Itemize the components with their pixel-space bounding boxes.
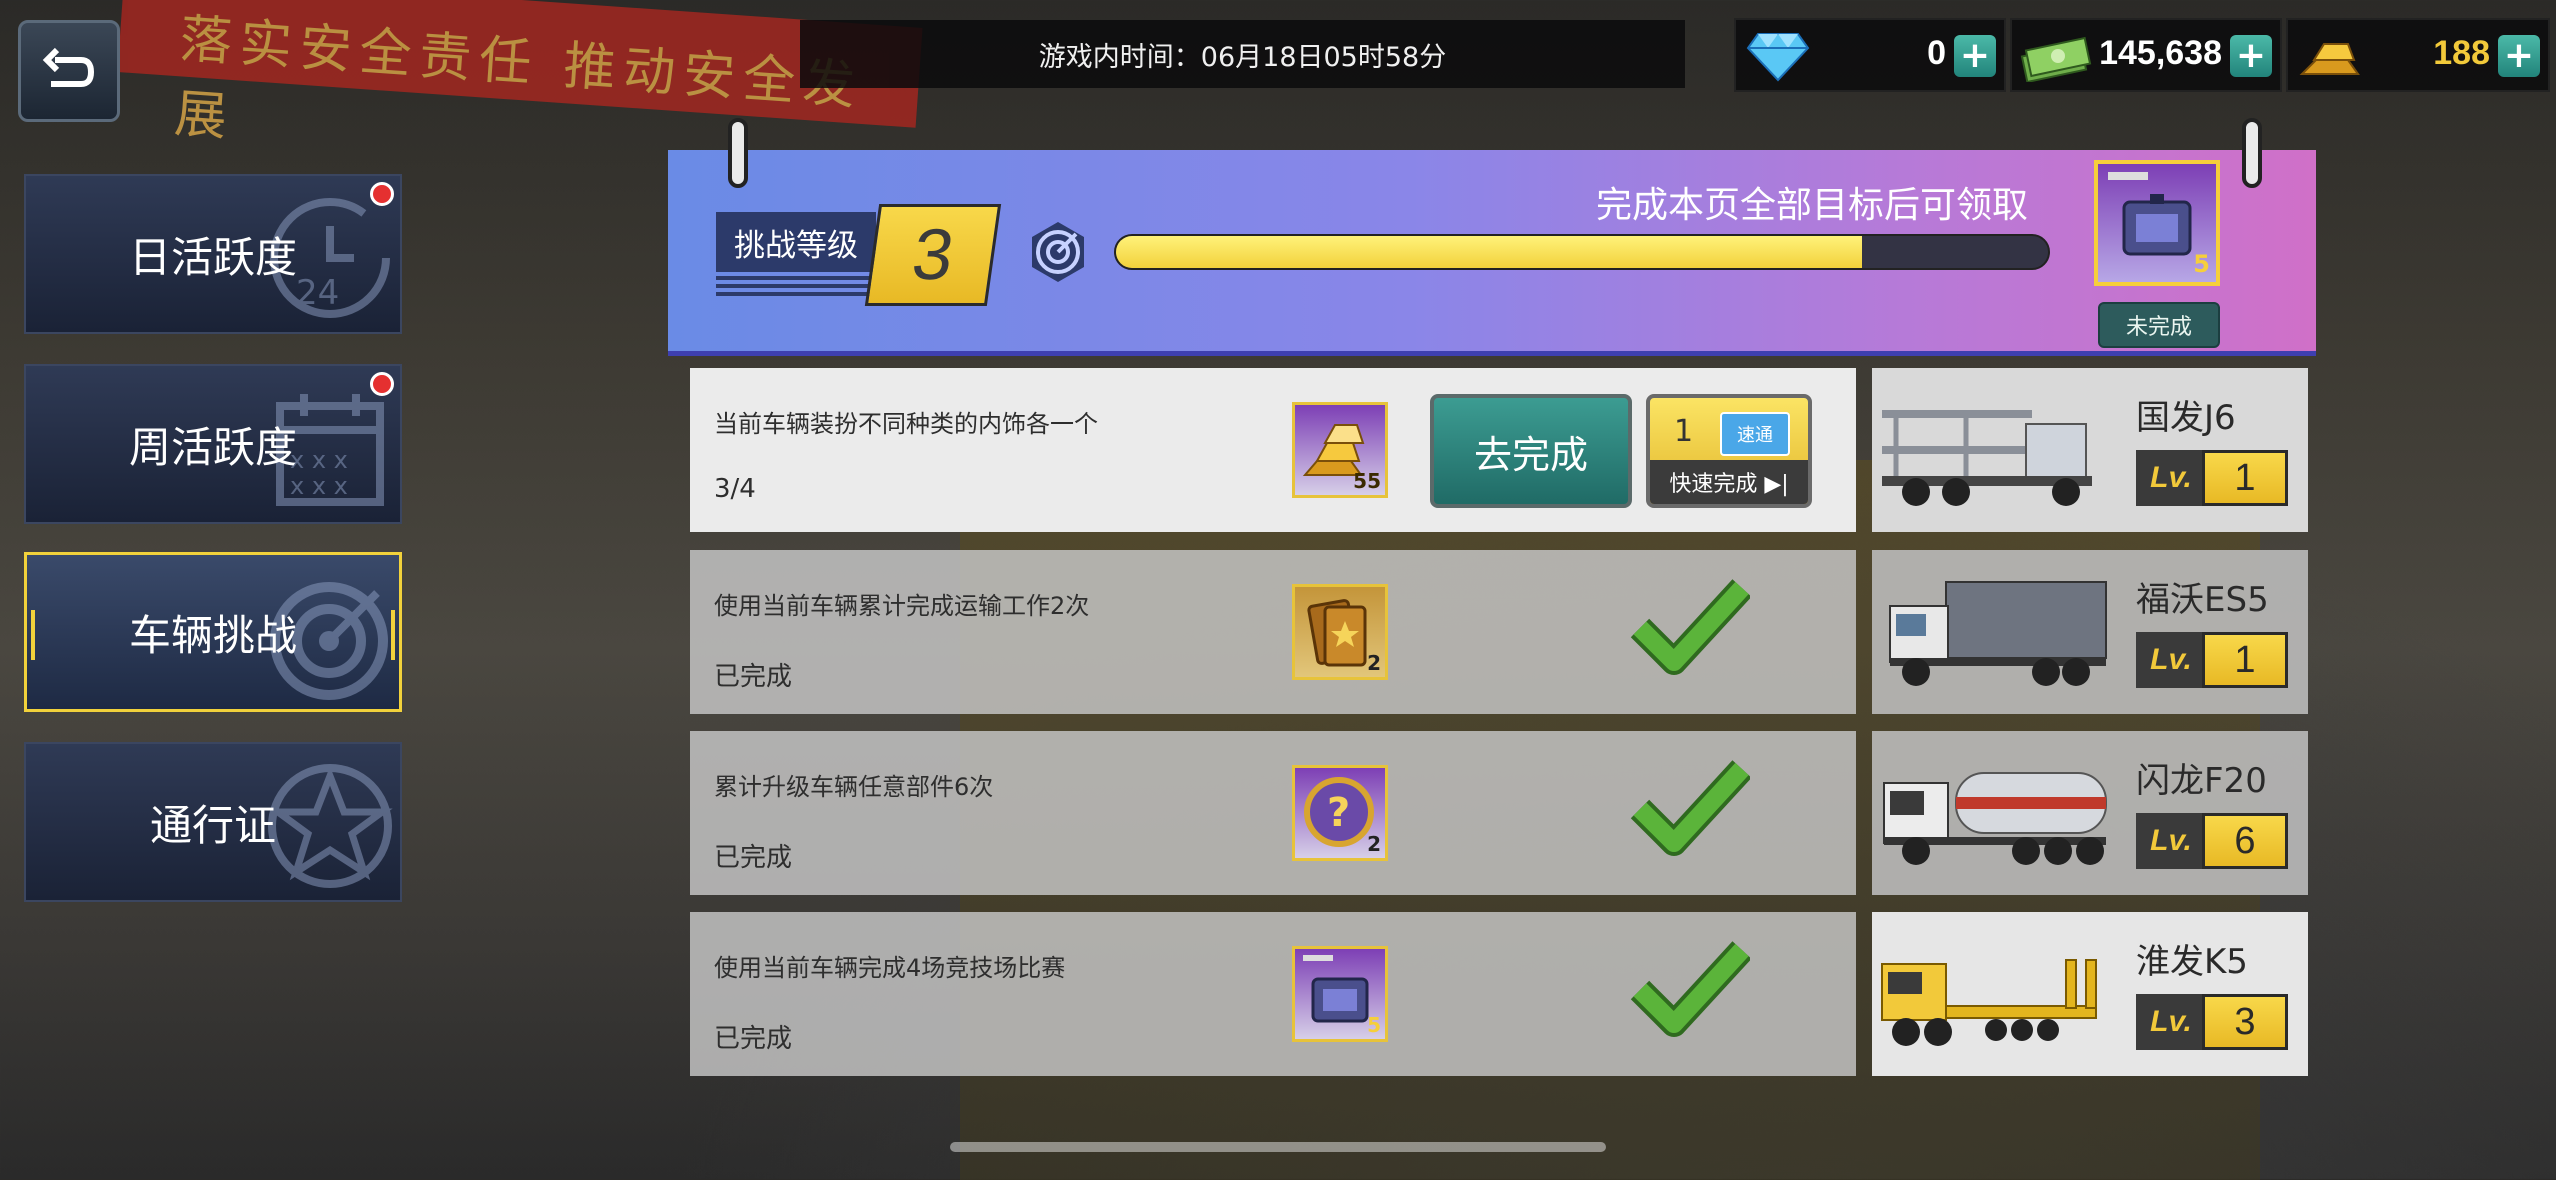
vehicle-card[interactable]: 福沃ES5 Lv. 1 — [1872, 550, 2308, 714]
svg-text:x x x: x x x — [290, 472, 348, 500]
task-status: 已完成 — [714, 662, 793, 692]
task-row: 使用当前车辆完成4场竞技场比赛 已完成 5 — [690, 912, 1856, 1076]
vehicle-name: 淮发K5 — [2136, 942, 2248, 982]
level-badge: Lv. — [2136, 632, 2206, 688]
vehicle-name: 闪龙F20 — [2136, 761, 2267, 801]
completed-check-icon — [1630, 760, 1750, 856]
speed-ticket-icon: 速通 — [1720, 412, 1790, 456]
vehicle-card[interactable]: 国发J6 Lv. 1 — [1872, 368, 2308, 532]
level-badge: Lv. — [2136, 813, 2206, 869]
completed-check-icon — [1630, 941, 1750, 1037]
back-button[interactable] — [18, 20, 120, 122]
go-complete-button[interactable]: 去完成 — [1430, 394, 1632, 508]
active-indicator-right — [391, 610, 395, 660]
level-badge: Lv. — [2136, 450, 2206, 506]
add-cash-button[interactable]: + — [2230, 35, 2272, 77]
challenge-level-number: 3 — [864, 204, 1002, 306]
level-badge: Lv. — [2136, 994, 2206, 1050]
task-description: 使用当前车辆累计完成运输工作2次 — [714, 592, 1090, 620]
add-gold-button[interactable]: + — [2498, 35, 2540, 77]
task-row: 当前车辆装扮不同种类的内饰各一个 3/4 55 去完成 1 速通 快速完成 ▶| — [690, 368, 1856, 532]
diamond-icon — [1746, 33, 1810, 82]
progress-fill — [1116, 236, 1862, 268]
challenge-reward-item[interactable]: 5 — [2094, 160, 2220, 286]
claim-hint: 完成本页全部目标后可领取 — [1596, 185, 2029, 226]
level-label-stripes — [716, 276, 876, 296]
active-indicator-left — [31, 610, 35, 660]
panel-pin — [2242, 118, 2262, 188]
task-status: 已完成 — [714, 843, 793, 873]
notification-badge — [370, 182, 394, 206]
task-description: 累计升级车辆任意部件6次 — [714, 773, 994, 801]
completed-check-icon — [1630, 579, 1750, 675]
task-row: 使用当前车辆累计完成运输工作2次 已完成 2 — [690, 550, 1856, 714]
task-reward[interactable]: 5 — [1292, 946, 1388, 1042]
vehicle-name: 国发J6 — [2136, 398, 2236, 438]
challenge-level-label: 挑战等级 — [716, 212, 876, 272]
cash-icon — [2020, 36, 2092, 82]
home-indicator[interactable] — [950, 1142, 1606, 1152]
currency-gold: 188 + — [2286, 18, 2550, 92]
box-truck-icon — [1889, 581, 2107, 686]
back-arrow-icon — [42, 47, 95, 87]
currency-cash: 145,638 + — [2010, 18, 2282, 92]
star-emblem-icon — [267, 764, 393, 888]
task-reward[interactable]: ? 2 — [1292, 765, 1388, 861]
challenge-progress-bar — [1114, 234, 2050, 270]
vehicle-level: 3 — [2202, 994, 2288, 1050]
panel-pin — [728, 118, 748, 188]
task-description: 使用当前车辆完成4场竞技场比赛 — [714, 954, 1066, 982]
add-diamond-button[interactable]: + — [1954, 35, 1996, 77]
sidebar-item-daily-activity[interactable]: 24 日活跃度 — [24, 174, 402, 334]
vehicle-level: 1 — [2202, 632, 2288, 688]
task-reward[interactable]: 2 — [1292, 584, 1388, 680]
sidebar-item-label: 车辆挑战 — [128, 610, 297, 660]
currency-diamond: 0 + — [1734, 18, 2006, 92]
vehicle-level: 1 — [2202, 450, 2288, 506]
sidebar-item-label: 周活跃度 — [128, 422, 297, 472]
lowboy-truck-icon — [1881, 959, 2097, 1046]
sidebar-item-pass[interactable]: 通行证 — [24, 742, 402, 902]
sidebar-item-weekly-activity[interactable]: x x x x x x 周活跃度 — [24, 364, 402, 524]
vehicle-name: 福沃ES5 — [2136, 580, 2269, 620]
sidebar-item-vehicle-challenge[interactable]: 车辆挑战 — [24, 552, 402, 712]
task-progress: 3/4 — [714, 474, 756, 504]
game-time: 游戏内时间：06月18日05时58分 — [800, 20, 1685, 88]
vehicle-card[interactable]: 淮发K5 Lv. 3 — [1872, 912, 2308, 1076]
gold-bar-icon — [2299, 43, 2360, 75]
notification-badge — [370, 372, 394, 396]
quick-complete-button[interactable]: 1 速通 快速完成 ▶| — [1646, 394, 1812, 508]
task-reward[interactable]: 55 — [1292, 402, 1388, 498]
task-row: 累计升级车辆任意部件6次 已完成 ? 2 — [690, 731, 1856, 895]
sidebar-item-label: 日活跃度 — [128, 232, 297, 282]
svg-text:?: ? — [1327, 790, 1350, 836]
task-description: 当前车辆装扮不同种类的内饰各一个 — [714, 410, 1098, 438]
sidebar-item-label: 通行证 — [149, 800, 276, 850]
tanker-truck-icon — [1883, 772, 2107, 865]
task-status: 已完成 — [714, 1024, 793, 1054]
reward-status-badge: 未完成 — [2098, 302, 2220, 348]
svg-text:24: 24 — [296, 273, 339, 313]
car-carrier-truck-icon — [1882, 410, 2092, 506]
vehicle-level: 6 — [2202, 813, 2288, 869]
vehicle-card[interactable]: 闪龙F20 Lv. 6 — [1872, 731, 2308, 895]
svg-text:x x x: x x x — [290, 446, 348, 474]
target-icon — [1032, 222, 1084, 282]
